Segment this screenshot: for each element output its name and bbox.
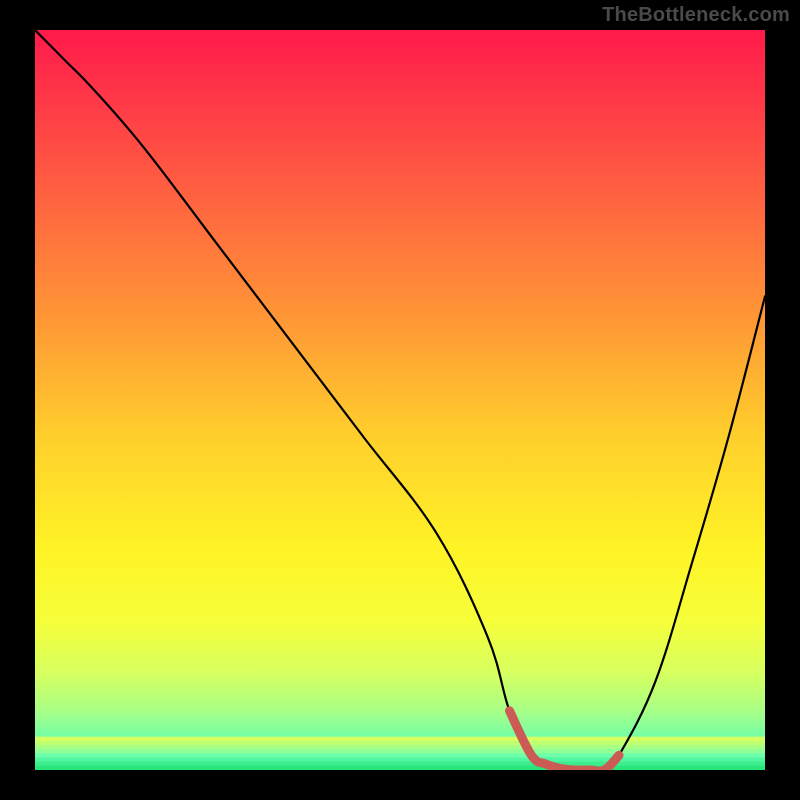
- plot-area: [35, 30, 765, 770]
- watermark-text: TheBottleneck.com: [602, 4, 790, 27]
- bottleneck-curve: [35, 30, 765, 770]
- curve-layer: [35, 30, 765, 770]
- flat-highlight: [510, 711, 620, 770]
- chart-frame: TheBottleneck.com: [0, 0, 800, 800]
